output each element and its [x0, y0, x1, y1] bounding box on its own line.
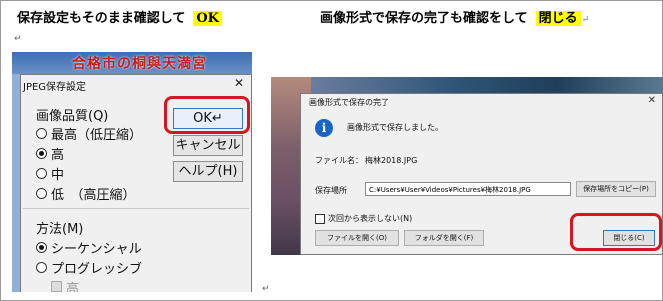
close-icon[interactable]: ✕	[234, 76, 244, 90]
right-heading-text: 画像形式で保存の完了も確認をして	[320, 11, 528, 26]
dialog-title: 画像形式で保存の完了	[309, 98, 389, 107]
divider	[23, 208, 249, 209]
filename-value: 梅林2018.JPG	[365, 156, 418, 165]
method-group-label: 方法(M)	[36, 222, 84, 237]
jpeg-settings-screenshot: 合格市の桐與天満宮 JPEG保存設定 ✕ 画像品質(Q) 最高（低圧縮） 高 中…	[12, 52, 252, 292]
paragraph-mark: ↵	[14, 34, 22, 44]
location-label: 保存場所	[315, 186, 347, 195]
radio-icon	[36, 168, 47, 179]
radio-icon	[36, 262, 47, 273]
highlight-ring-close	[570, 213, 662, 251]
quality-option-low[interactable]: 低 （高圧縮）	[36, 184, 136, 203]
dont-show-checkbox[interactable]	[315, 214, 325, 224]
method-option-label: プログレッシブ	[51, 262, 143, 277]
quality-option-label: 中	[51, 168, 65, 183]
method-option-sequential[interactable]: シーケンシャル	[36, 238, 142, 257]
highlight-ring-ok	[164, 96, 250, 134]
left-heading-text: 保存設定もそのまま確認して	[17, 11, 186, 26]
paragraph-mark: ↵	[581, 15, 590, 25]
help-button[interactable]: ヘルプ(H)	[173, 161, 243, 182]
quality-option-label: 高	[51, 148, 65, 163]
info-icon: i	[315, 119, 333, 137]
quality-option-high[interactable]: 高	[36, 144, 64, 163]
radio-selected-icon	[36, 242, 47, 253]
open-folder-button[interactable]: フォルダを開く(F)	[404, 230, 484, 246]
progressive-sub-option-label: 高	[66, 282, 80, 292]
close-icon[interactable]: ✕	[648, 95, 656, 106]
quality-option-label: 最高（低圧縮）	[51, 128, 143, 143]
radio-icon	[36, 128, 47, 139]
open-file-button[interactable]: ファイルを開く(O)	[315, 230, 399, 246]
paragraph-mark: ↵	[262, 284, 270, 294]
dialog-title: JPEG保存設定	[23, 82, 87, 93]
save-complete-screenshot: 画像形式で保存の完了 ✕ i 画像形式で保存しました。 ファイル名： 梅林201…	[271, 77, 663, 255]
radio-selected-icon	[36, 148, 47, 159]
quality-option-medium[interactable]: 中	[36, 164, 64, 183]
disabled-checkbox-icon	[51, 281, 62, 292]
quality-group-label: 画像品質(Q)	[36, 109, 109, 124]
cancel-button[interactable]: キャンセル	[173, 135, 243, 156]
save-message: 画像形式で保存しました。	[347, 123, 443, 132]
copy-location-button[interactable]: 保存場所をコピー(P)	[576, 181, 656, 197]
left-heading-highlight: OK	[193, 11, 222, 26]
radio-icon	[36, 188, 47, 199]
dont-show-label: 次回から表示しない(N)	[328, 214, 413, 223]
method-option-progressive[interactable]: プログレッシブ	[36, 258, 142, 277]
quality-option-label: 低 （高圧縮）	[51, 188, 136, 203]
right-heading-highlight: 閉じる	[535, 11, 581, 26]
location-field[interactable]: C:¥Users¥User¥Videos¥Pictures¥梅林2018.JPG	[365, 182, 571, 196]
quality-option-highest[interactable]: 最高（低圧縮）	[36, 124, 142, 143]
background-photo-text: 合格市の桐與天満宮	[72, 56, 207, 72]
left-heading: 保存設定もそのまま確認して OK	[17, 9, 222, 29]
right-heading: 画像形式で保存の完了も確認をして 閉じる ↵	[320, 9, 589, 29]
method-option-label: シーケンシャル	[51, 242, 142, 257]
filename-label: ファイル名：	[315, 156, 363, 165]
